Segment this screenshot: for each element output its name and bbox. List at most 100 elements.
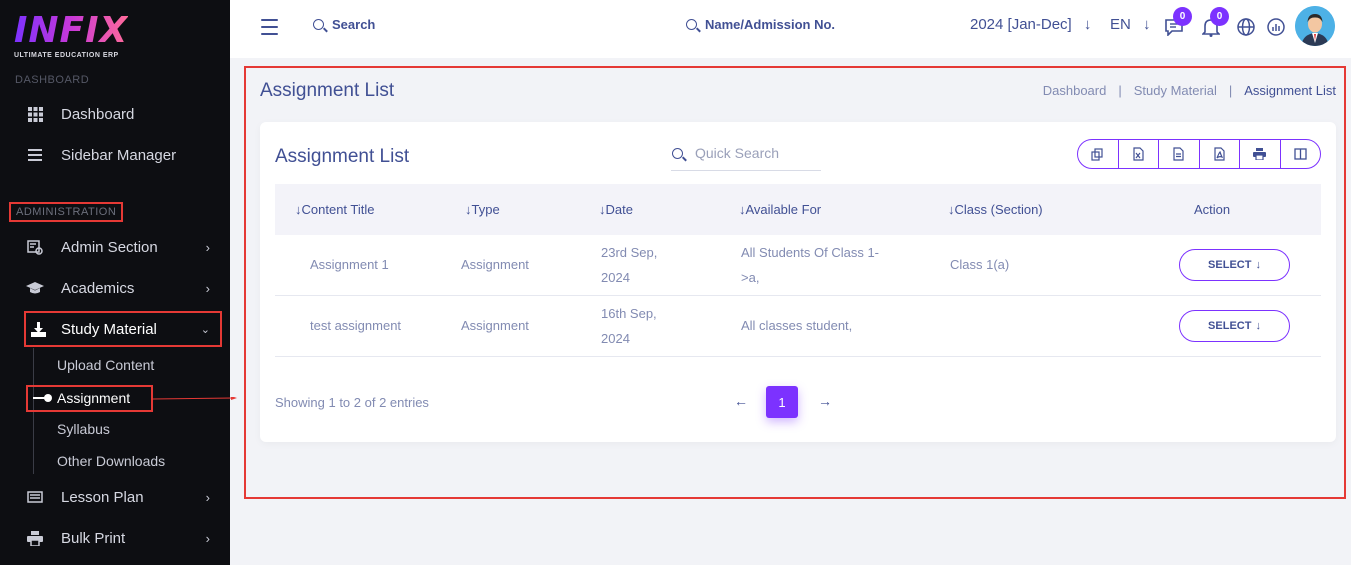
card-title: Assignment List [275, 146, 410, 167]
quick-search-input[interactable]: Quick Search [671, 136, 821, 171]
assignment-list-card: Assignment List Quick Search ↓Content Ti… [260, 122, 1336, 442]
messages-button[interactable]: 0 [1163, 7, 1192, 38]
notifications-button[interactable]: 0 [1200, 7, 1229, 38]
page-title: Assignment List [260, 80, 395, 101]
admin-icon [26, 239, 44, 255]
column-header-date[interactable]: ↓Date [599, 202, 633, 217]
hamburger-menu-icon[interactable] [261, 19, 278, 40]
search-icon [686, 19, 697, 30]
submenu-item-label: Assignment [57, 390, 131, 406]
cell-available-for: All classes student, [741, 318, 853, 333]
breadcrumb: Dashboard | Study Material | Assignment … [1043, 83, 1336, 98]
chevron-down-icon: ⌄ [200, 323, 210, 336]
sidebar-item-label: Lesson Plan [61, 488, 144, 506]
column-header-content-title[interactable]: ↓Content Title [295, 202, 375, 217]
top-search-label: Search [332, 17, 376, 32]
submenu-item-other-downloads[interactable]: Other Downloads [57, 453, 165, 469]
graduation-cap-icon [26, 280, 44, 296]
chevron-right-icon: › [205, 239, 210, 255]
breadcrumb-study-material[interactable]: Study Material [1134, 83, 1217, 98]
table-header: ↓Content Title ↓Type ↓Date ↓Available Fo… [275, 184, 1321, 235]
quick-search-placeholder: Quick Search [695, 145, 780, 161]
cell-title: test assignment [310, 318, 402, 333]
submenu-item-syllabus[interactable]: Syllabus [57, 421, 110, 437]
sidebar-item-admin-section[interactable]: Admin Section › [0, 227, 230, 267]
pdf-button[interactable] [1200, 140, 1240, 168]
sidebar-item-label: Sidebar Manager [61, 146, 177, 164]
arrow-down-icon: ↓ [1083, 16, 1092, 33]
language-select[interactable]: EN ↓ [1110, 16, 1151, 33]
cell-type: Assignment [461, 257, 529, 272]
print-button[interactable] [1240, 140, 1281, 168]
sidebar-item-label: Dashboard [61, 105, 135, 123]
print-icon [26, 530, 44, 546]
user-avatar[interactable] [1295, 6, 1335, 46]
arrow-down-icon: ↓ [1255, 259, 1261, 271]
sidebar: INFIX ULTIMATE EDUCATION ERP DASHBOARD D… [0, 0, 230, 565]
notifications-count-badge: 0 [1210, 7, 1229, 26]
report-chart-icon[interactable] [1265, 16, 1287, 38]
pdf-icon [1214, 147, 1225, 161]
excel-button[interactable] [1119, 140, 1159, 168]
sidebar-item-dashboard[interactable]: Dashboard [0, 94, 230, 134]
submenu-item-assignment[interactable]: Assignment [26, 385, 153, 412]
prev-page-arrow-icon[interactable]: ← [734, 393, 748, 409]
copy-button[interactable] [1078, 140, 1119, 168]
chevron-right-icon: › [205, 489, 210, 505]
arrow-down-icon: ↓ [1255, 320, 1261, 332]
select-action-button[interactable]: SELECT ↓ [1179, 310, 1290, 342]
language-value: EN [1110, 16, 1131, 33]
globe-icon[interactable] [1235, 16, 1257, 38]
sidebar-item-label: Bulk Print [61, 529, 126, 547]
grid-icon [26, 106, 44, 122]
section-label-administration: ADMINISTRATION [9, 202, 124, 222]
cell-type: Assignment [461, 318, 529, 333]
sidebar-item-academics[interactable]: Academics › [0, 268, 230, 308]
page-number-button[interactable]: 1 [766, 386, 798, 418]
chevron-right-icon: › [205, 530, 210, 546]
annotation-arrow [153, 397, 237, 400]
section-label-dashboard: DASHBOARD [15, 74, 90, 86]
arrow-down-icon: ↓ [1143, 16, 1151, 33]
cell-available-for: All Students Of Class 1- >a, [741, 245, 879, 285]
breadcrumb-separator: | [1228, 83, 1233, 98]
excel-icon [1133, 147, 1144, 161]
academic-year-select[interactable]: 2024 [Jan-Dec] ↓ [970, 16, 1091, 33]
export-toolbar [1077, 139, 1321, 169]
sidebar-item-bulk-print[interactable]: Bulk Print › [0, 518, 230, 558]
breadcrumb-separator: | [1118, 83, 1122, 98]
columns-icon [1294, 148, 1307, 160]
column-header-available-for[interactable]: ↓Available For [739, 202, 821, 217]
logo-word: INFIX [14, 10, 129, 51]
column-header-type[interactable]: ↓Type [465, 202, 500, 217]
keyboard-icon [26, 489, 44, 505]
sidebar-item-lesson-plan[interactable]: Lesson Plan › [0, 477, 230, 517]
sidebar-item-label: Academics [61, 279, 135, 297]
columns-button[interactable] [1281, 140, 1321, 168]
submenu-item-upload-content[interactable]: Upload Content [57, 357, 154, 373]
select-action-button[interactable]: SELECT ↓ [1179, 249, 1290, 281]
csv-button[interactable] [1159, 140, 1200, 168]
cell-title: Assignment 1 [310, 257, 389, 272]
chevron-right-icon: › [205, 280, 210, 296]
top-search[interactable]: Search [313, 17, 375, 32]
sidebar-item-sidebar-manager[interactable]: Sidebar Manager [0, 135, 230, 175]
csv-icon [1173, 147, 1184, 161]
column-header-class-section[interactable]: ↓Class (Section) [948, 202, 1043, 217]
download-icon [29, 321, 47, 337]
sidebar-item-label: Study Material [61, 320, 157, 338]
admission-search[interactable]: Name/Admission No. [686, 17, 835, 32]
sidebar-item-study-material[interactable]: Study Material ⌄ [24, 311, 222, 347]
logo[interactable]: INFIX ULTIMATE EDUCATION ERP [14, 10, 129, 60]
admission-search-label: Name/Admission No. [705, 17, 836, 32]
column-header-action: Action [1194, 202, 1231, 217]
logo-subtitle: ULTIMATE EDUCATION ERP [14, 52, 119, 59]
topbar: Search Name/Admission No. 2024 [Jan-Dec]… [230, 0, 1351, 58]
table-row: Assignment 1 Assignment 23rd Sep, 2024 Al… [275, 235, 1321, 296]
next-page-arrow-icon[interactable]: → [818, 393, 832, 409]
breadcrumb-dashboard[interactable]: Dashboard [1043, 83, 1107, 98]
table-row: test assignment Assignment 16th Sep, 2024… [275, 296, 1321, 357]
cell-class: Class 1(a) [950, 257, 1010, 272]
messages-count-badge: 0 [1173, 7, 1192, 26]
list-icon [26, 147, 44, 163]
